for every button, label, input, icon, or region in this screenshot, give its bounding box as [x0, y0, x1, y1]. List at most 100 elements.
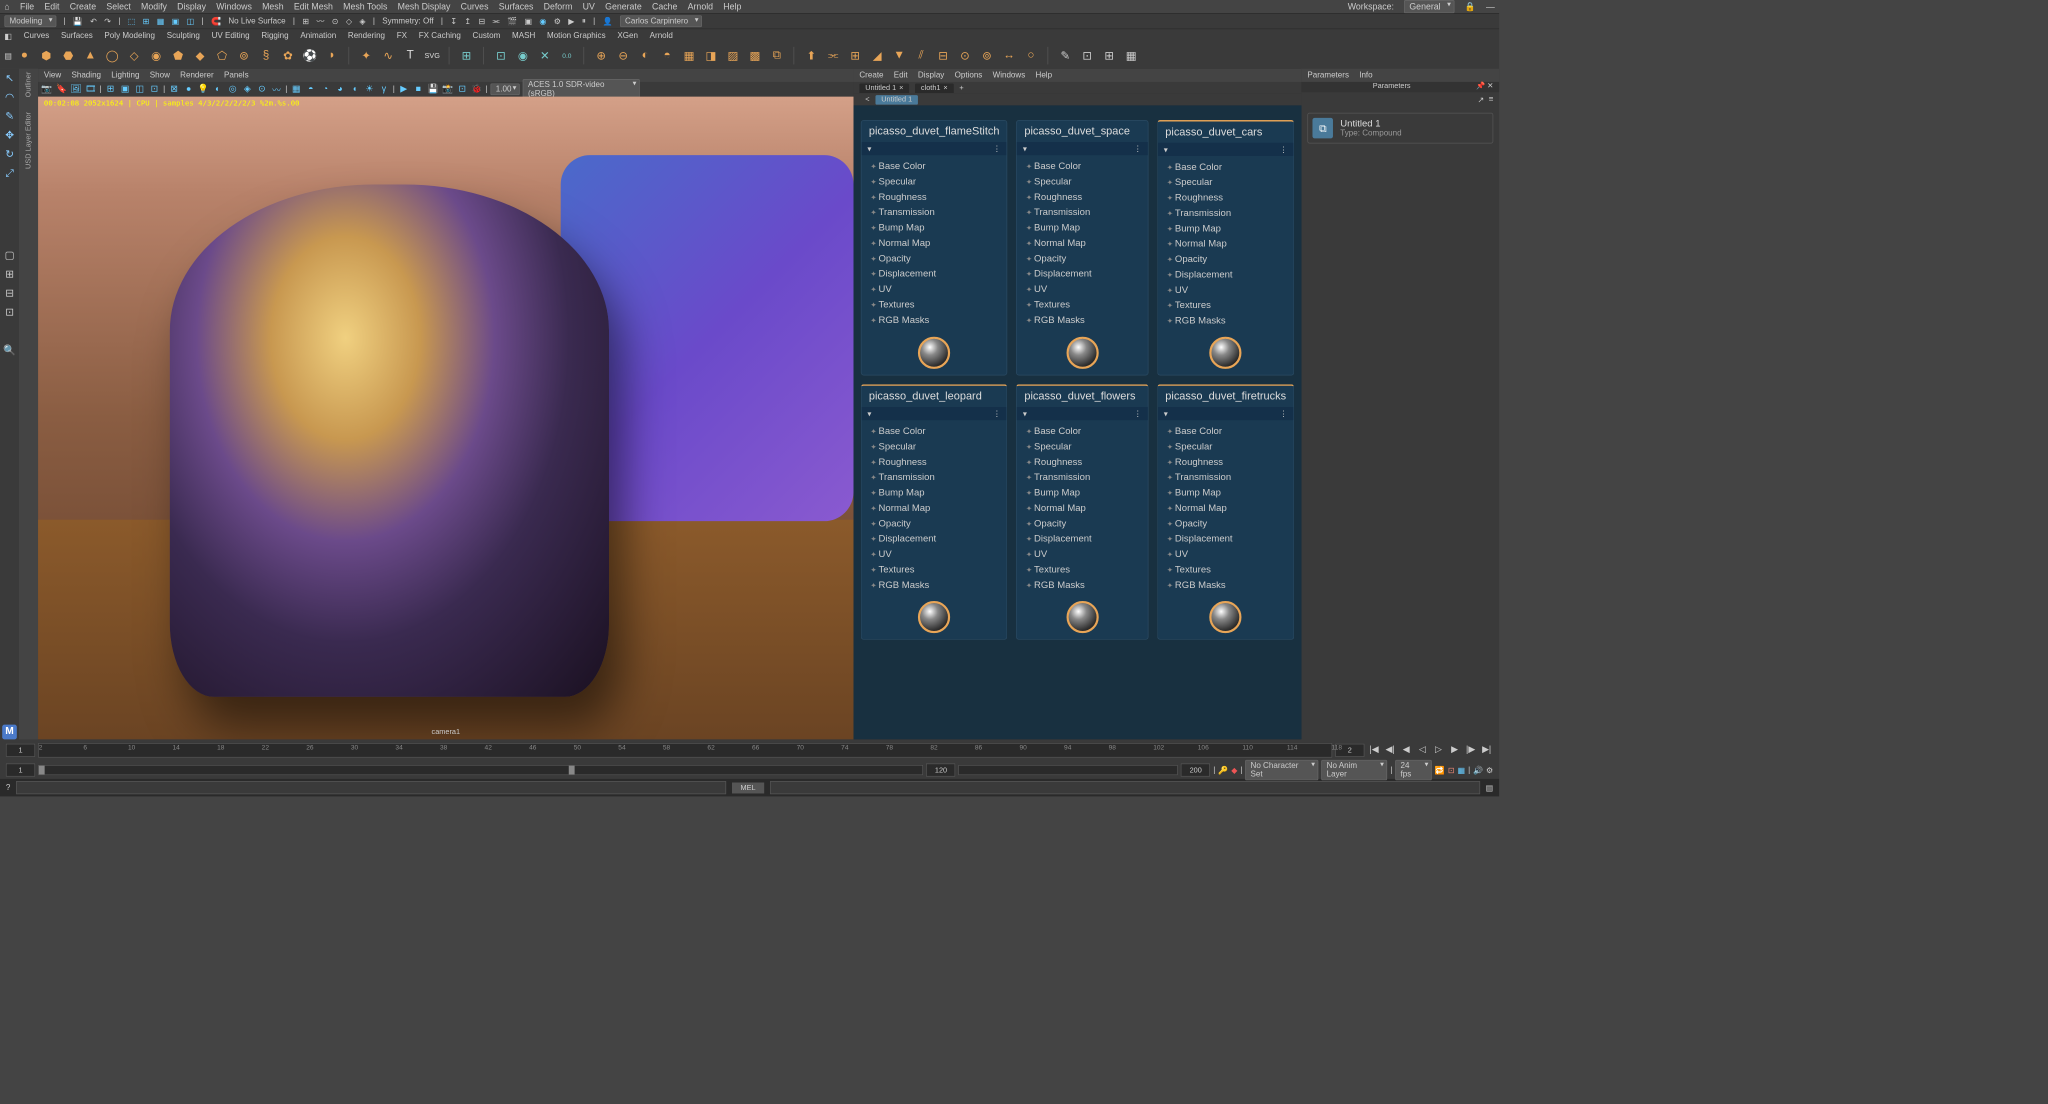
np-tab-untitled[interactable]: Untitled 1× [859, 83, 909, 93]
material-prop[interactable]: Displacement [1023, 531, 1142, 546]
fps-dropdown[interactable]: 24 fps [1395, 760, 1432, 780]
shelf-prism-icon[interactable]: ⬠ [213, 46, 232, 65]
outliner-tab[interactable]: Outliner [25, 72, 33, 98]
charset-dropdown[interactable]: No Character Set [1245, 760, 1318, 780]
shelf-smooth-icon[interactable]: ◓ [658, 46, 677, 65]
material-prop[interactable]: RGB Masks [1164, 313, 1288, 328]
material-prop[interactable]: RGB Masks [1164, 577, 1288, 592]
rp-expand-icon[interactable]: ↗ [1477, 95, 1484, 105]
material-prop[interactable]: Opacity [867, 515, 1001, 530]
breadcrumb-current[interactable]: Untitled 1 [875, 95, 918, 105]
playblast-icon[interactable]: ▶ [568, 16, 574, 26]
material-prop[interactable]: UV [867, 281, 1001, 296]
viewport-3d[interactable]: 00:02:08 2052x1624 | CPU | samples 4/3/2… [38, 97, 853, 740]
shelf-flip-icon[interactable]: ↔ [999, 46, 1018, 65]
close-icon[interactable]: × [943, 84, 947, 92]
vp-motion2-icon[interactable]: ◖ [349, 83, 361, 95]
node-menu-icon[interactable]: ⋮ [1134, 409, 1142, 419]
np-edit[interactable]: Edit [894, 71, 908, 80]
shelftab-rendering[interactable]: Rendering [348, 31, 385, 40]
close-icon[interactable]: × [899, 84, 903, 92]
material-prop[interactable]: Bump Map [1164, 220, 1288, 235]
menu-arnold[interactable]: Arnold [688, 1, 713, 11]
material-prop[interactable]: Opacity [1023, 250, 1142, 265]
material-prop[interactable]: Opacity [1164, 515, 1288, 530]
material-prop[interactable]: Textures [1023, 561, 1142, 576]
shelftab-fx[interactable]: FX [397, 31, 407, 40]
material-node[interactable]: picasso_duvet_space ▾⋮ Base ColorSpecula… [1016, 120, 1148, 375]
node-menu-icon[interactable]: ⋮ [1134, 144, 1142, 154]
vp-camera-icon[interactable]: 📷 [41, 83, 53, 95]
menu-edit[interactable]: Edit [44, 1, 59, 11]
home-icon[interactable]: ⌂ [4, 1, 9, 11]
material-prop[interactable]: UV [867, 546, 1001, 561]
shelftab-mash[interactable]: MASH [512, 31, 535, 40]
menu-editmesh[interactable]: Edit Mesh [294, 1, 333, 11]
node-canvas[interactable]: picasso_duvet_flameStitch ▾⋮ Base ColorS… [854, 105, 1302, 739]
render-icon[interactable]: 🎬 [507, 16, 517, 26]
snap-point-icon[interactable]: ⊙ [332, 16, 339, 26]
shelf-snap2-icon[interactable]: ◉ [513, 46, 532, 65]
shelf-helix-icon[interactable]: § [256, 46, 275, 65]
shelf-detach-icon[interactable]: ⊟ [934, 46, 953, 65]
paint-select-icon[interactable]: ✎ [2, 110, 17, 125]
material-prop[interactable]: Specular [867, 438, 1001, 453]
shelf-menu-icon[interactable]: ▤ [4, 51, 12, 61]
shelf-connect-icon[interactable]: ⫽ [912, 46, 931, 65]
np-add-tab-icon[interactable]: + [959, 84, 963, 92]
shelf-snap4-icon[interactable]: 0.0 [557, 46, 576, 65]
hist-toggle-icon[interactable]: ⊟ [478, 16, 485, 26]
vp-panels[interactable]: Panels [224, 71, 249, 80]
collapse-icon[interactable]: ▾ [867, 144, 871, 154]
material-prop[interactable]: Specular [1164, 438, 1288, 453]
node-menu-icon[interactable]: ⋮ [993, 409, 1001, 419]
vp-exposure-icon[interactable]: ☀ [363, 83, 375, 95]
scale-tool-icon[interactable]: ⤢ [2, 167, 17, 182]
symmetry-label[interactable]: Symmetry: Off [382, 17, 433, 26]
lasso-tool-icon[interactable]: ◠ [2, 91, 17, 106]
vp-gamma-icon[interactable]: γ [378, 83, 390, 95]
play-next-frame-icon[interactable]: ▶ [1448, 744, 1461, 757]
material-prop[interactable]: Displacement [1023, 266, 1142, 281]
user-dropdown[interactable]: Carlos Carpintero [620, 15, 702, 27]
hist-out-icon[interactable]: ↥ [464, 16, 471, 26]
vp-aa-icon[interactable]: ◔ [320, 83, 332, 95]
rp-tab-info[interactable]: Info [1359, 71, 1372, 80]
material-node[interactable]: picasso_duvet_cars ▾⋮ Base ColorSpecular… [1157, 120, 1294, 375]
material-prop[interactable]: UV [1164, 282, 1288, 297]
shelf-pipe-icon[interactable]: ⊚ [235, 46, 254, 65]
range-handle-start[interactable] [39, 766, 45, 775]
material-node[interactable]: picasso_duvet_firetrucks ▾⋮ Base ColorSp… [1157, 384, 1294, 639]
material-prop[interactable]: Displacement [1164, 531, 1288, 546]
vp-reso-icon[interactable]: ◫ [134, 83, 146, 95]
vp-exposure-field[interactable]: 1.00 [491, 83, 520, 95]
vp-show[interactable]: Show [150, 71, 170, 80]
collapse-icon[interactable]: ▾ [867, 409, 871, 419]
menu-meshtools[interactable]: Mesh Tools [343, 1, 387, 11]
node-menu-icon[interactable]: ⋮ [1280, 409, 1288, 419]
collapse-icon[interactable]: ▾ [1023, 409, 1027, 419]
range-slider-2[interactable] [959, 765, 1179, 775]
animlayer-dropdown[interactable]: No Anim Layer [1322, 760, 1388, 780]
vp-shadow-icon[interactable]: ◐ [212, 83, 224, 95]
shelf-toggle-icon[interactable]: ◧ [4, 31, 12, 41]
lock-icon[interactable]: 🔒 [1465, 1, 1476, 11]
menu-generate[interactable]: Generate [605, 1, 642, 11]
material-prop[interactable]: Normal Map [1023, 500, 1142, 515]
material-prop[interactable]: Specular [1023, 173, 1142, 188]
shelf-circularize-icon[interactable]: ○ [1021, 46, 1040, 65]
material-prop[interactable]: Bump Map [1023, 485, 1142, 500]
material-prop[interactable]: Transmission [867, 204, 1001, 219]
play-next-key-icon[interactable]: |▶ [1464, 744, 1477, 757]
menu-curves[interactable]: Curves [461, 1, 489, 11]
np-tab-cloth[interactable]: cloth1× [915, 83, 953, 93]
material-prop[interactable]: Displacement [867, 266, 1001, 281]
shelf-crease-icon[interactable]: ⊞ [1100, 46, 1119, 65]
vp-region-icon[interactable]: ⊡ [456, 83, 468, 95]
layout-custom-icon[interactable]: ⊡ [2, 306, 17, 321]
material-prop[interactable]: RGB Masks [867, 577, 1001, 592]
material-prop[interactable]: Textures [1023, 296, 1142, 311]
material-prop[interactable]: Normal Map [867, 235, 1001, 250]
play-fwd-icon[interactable]: ▷ [1432, 744, 1445, 757]
shelf-snap1-icon[interactable]: ⊡ [491, 46, 510, 65]
